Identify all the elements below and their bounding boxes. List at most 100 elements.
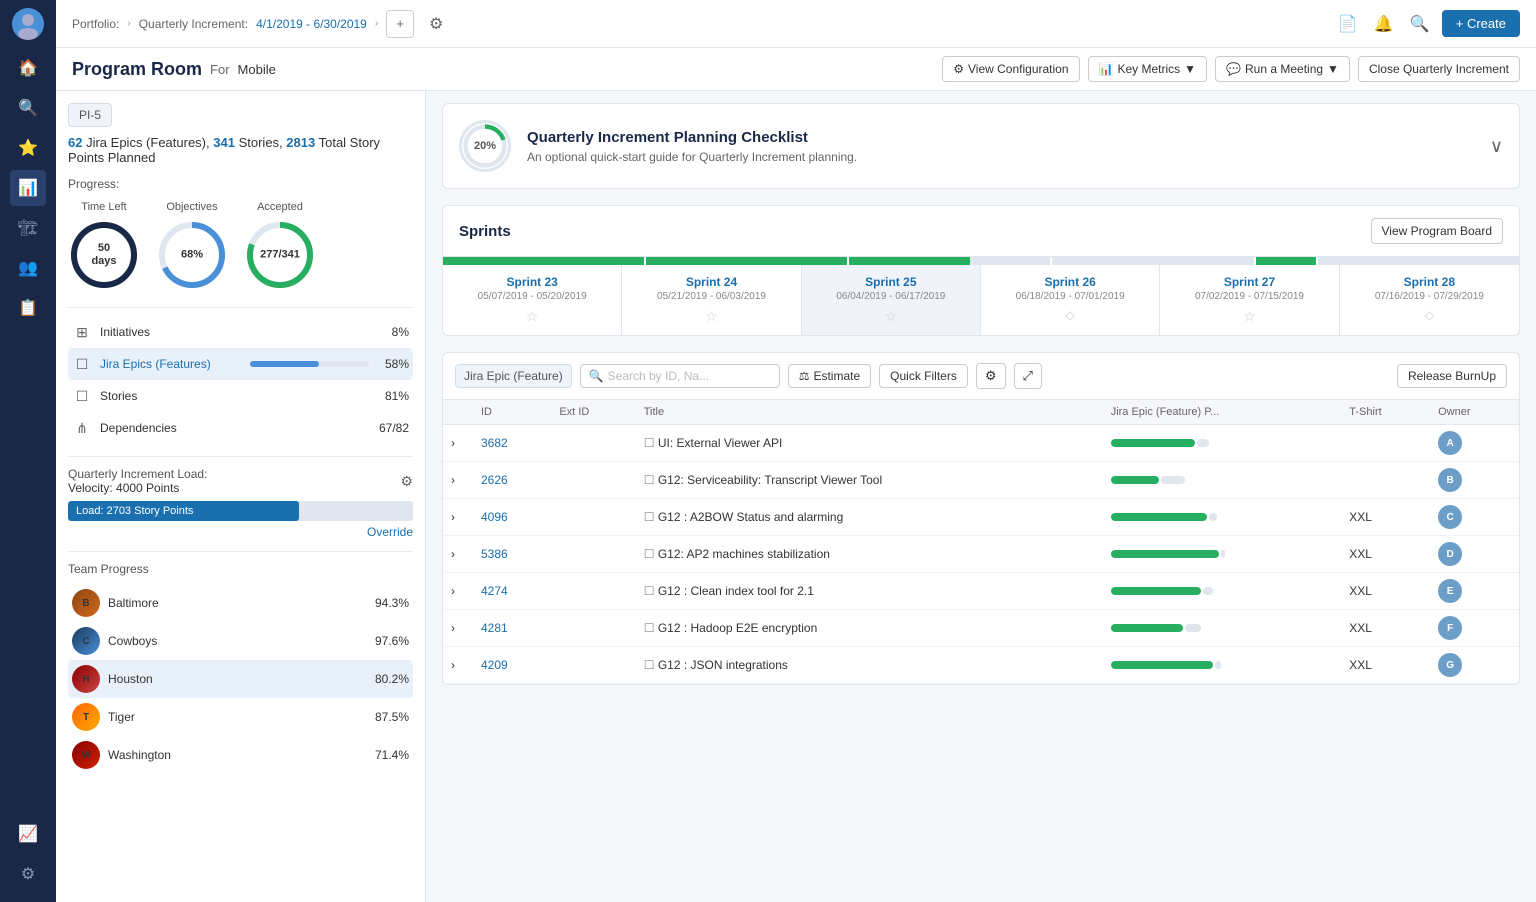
- sprint28-name[interactable]: Sprint 28: [1348, 275, 1511, 289]
- epics-row[interactable]: ☐ Jira Epics (Features) 58%: [68, 348, 413, 380]
- row-expander[interactable]: ›: [443, 499, 473, 536]
- sidebar-item-analytics[interactable]: 📊: [10, 170, 46, 206]
- settings-icon[interactable]: ⚙: [422, 10, 450, 38]
- sprint28-diamond[interactable]: ◇: [1348, 308, 1511, 322]
- team-row-houston[interactable]: H Houston 80.2%: [68, 660, 413, 698]
- row-shirt: XXL: [1341, 499, 1430, 536]
- table-row: › 4209 ☐ G12 : JSON integrations XXL G: [443, 647, 1519, 684]
- team-progress-section: Team Progress B Baltimore 94.3% C Cowboy…: [68, 551, 413, 774]
- sprint28-bar: [1318, 257, 1519, 265]
- progress-empty-mini: [1161, 476, 1185, 484]
- sprint27-star[interactable]: ☆: [1168, 308, 1330, 325]
- cowboys-avatar: C: [72, 627, 100, 655]
- qi-load-label: Quarterly Increment Load: Velocity: 4000…: [68, 467, 207, 495]
- progress-fill-mini: [1111, 550, 1219, 558]
- qi-settings-icon[interactable]: ⚙: [400, 473, 413, 490]
- initiatives-row[interactable]: ⊞ Initiatives 8%: [68, 316, 413, 348]
- row-progress: [1103, 573, 1342, 610]
- row-shirt: [1341, 462, 1430, 499]
- stories-icon: ☐: [72, 386, 92, 406]
- create-button[interactable]: + Create: [1442, 10, 1520, 37]
- row-expander[interactable]: ›: [443, 573, 473, 610]
- progress-fill-mini: [1111, 624, 1183, 632]
- row-id[interactable]: 4274: [473, 573, 551, 610]
- team-row-washington[interactable]: W Washington 71.4%: [68, 736, 413, 774]
- sprint26-diamond[interactable]: ◇: [989, 308, 1151, 322]
- objectives-label: Objectives: [166, 201, 217, 213]
- checklist-toggle[interactable]: ∨: [1490, 136, 1503, 157]
- team-row-cowboys[interactable]: C Cowboys 97.6%: [68, 622, 413, 660]
- sprint25-name[interactable]: Sprint 25: [810, 275, 972, 289]
- program-name: Mobile: [238, 62, 276, 77]
- row-expander[interactable]: ›: [443, 536, 473, 573]
- sprints-header: Sprints View Program Board: [443, 206, 1519, 257]
- row-title: ☐ G12 : Clean index tool for 2.1: [636, 573, 1103, 610]
- notification-icon[interactable]: 🔔: [1370, 10, 1398, 38]
- sidebar-item-people[interactable]: 👥: [10, 250, 46, 286]
- view-board-button[interactable]: View Program Board: [1371, 218, 1504, 244]
- stories-row[interactable]: ☐ Stories 81%: [68, 380, 413, 412]
- progress-empty-mini: [1221, 550, 1225, 558]
- sprint23-name[interactable]: Sprint 23: [451, 275, 613, 289]
- settings-icon-btn[interactable]: ⚙: [976, 363, 1006, 389]
- sidebar-item-roadmap[interactable]: 🏗: [10, 210, 46, 246]
- time-left-circle: Time Left 50 days: [68, 201, 140, 291]
- sprint26-name[interactable]: Sprint 26: [989, 275, 1151, 289]
- sidebar-item-favorites[interactable]: ⭐: [10, 130, 46, 166]
- row-expander[interactable]: ›: [443, 647, 473, 684]
- progress-empty-mini: [1215, 661, 1221, 669]
- houston-avatar: H: [72, 665, 100, 693]
- objectives-value: 68%: [181, 248, 203, 261]
- row-id[interactable]: 4096: [473, 499, 551, 536]
- release-burnup-button[interactable]: Release BurnUp: [1397, 364, 1507, 388]
- sprint24-star[interactable]: ☆: [630, 308, 792, 325]
- objectives-container: 68%: [156, 219, 228, 291]
- row-id[interactable]: 3682: [473, 425, 551, 462]
- close-qi-button[interactable]: Close Quarterly Increment: [1358, 56, 1520, 82]
- portfolio-chevron: ›: [127, 18, 130, 29]
- epic-search[interactable]: 🔍 Search by ID, Na...: [580, 364, 780, 388]
- team-row-baltimore[interactable]: B Baltimore 94.3%: [68, 584, 413, 622]
- progress-empty-mini: [1197, 439, 1209, 447]
- qi-chevron: ›: [375, 18, 378, 29]
- run-meeting-button[interactable]: 💬 Run a Meeting ▼: [1215, 56, 1350, 82]
- sidebar-item-home[interactable]: 🏠: [10, 50, 46, 86]
- progress-bar-mini: [1111, 624, 1334, 632]
- view-config-button[interactable]: ⚙ View Configuration: [942, 56, 1079, 82]
- expand-icon-btn[interactable]: ⤢: [1014, 363, 1042, 389]
- sidebar-item-reports[interactable]: 📈: [10, 816, 46, 852]
- table-header-row: ID Ext ID Title Jira Epic (Feature) P...…: [443, 400, 1519, 425]
- sprint27-name[interactable]: Sprint 27: [1168, 275, 1330, 289]
- row-id[interactable]: 4209: [473, 647, 551, 684]
- override-link[interactable]: Override: [68, 525, 413, 539]
- sidebar-item-search[interactable]: 🔍: [10, 90, 46, 126]
- washington-avatar: W: [72, 741, 100, 769]
- row-expander[interactable]: ›: [443, 610, 473, 647]
- sprint25-star[interactable]: ☆: [810, 308, 972, 325]
- estimate-button[interactable]: ⚖ Estimate: [788, 364, 871, 388]
- sprint24-name[interactable]: Sprint 24: [630, 275, 792, 289]
- row-ext-id: [551, 610, 635, 647]
- add-button[interactable]: +: [386, 10, 414, 38]
- row-progress: [1103, 647, 1342, 684]
- sidebar-item-board[interactable]: 📋: [10, 290, 46, 326]
- row-id[interactable]: 5386: [473, 536, 551, 573]
- team-row-tiger[interactable]: T Tiger 87.5%: [68, 698, 413, 736]
- sprint23-star[interactable]: ☆: [451, 308, 613, 325]
- document-icon[interactable]: 📄: [1334, 10, 1362, 38]
- sidebar-item-settings[interactable]: ⚙: [10, 856, 46, 892]
- key-metrics-button[interactable]: 📊 Key Metrics ▼: [1088, 56, 1208, 82]
- row-expander[interactable]: ›: [443, 462, 473, 499]
- row-id[interactable]: 4281: [473, 610, 551, 647]
- user-avatar[interactable]: [12, 8, 44, 40]
- search-icon[interactable]: 🔍: [1406, 10, 1434, 38]
- quick-filters-button[interactable]: Quick Filters: [879, 364, 968, 388]
- sprint25-filled: [849, 257, 970, 265]
- accepted-circle: Accepted 277/341: [244, 201, 316, 291]
- sprint25-bar: [849, 257, 1050, 265]
- table-row: › 5386 ☐ G12: AP2 machines stabilization…: [443, 536, 1519, 573]
- row-id[interactable]: 2626: [473, 462, 551, 499]
- col-title: Title: [636, 400, 1103, 425]
- dependencies-row[interactable]: ⋔ Dependencies 67/82: [68, 412, 413, 444]
- row-expander[interactable]: ›: [443, 425, 473, 462]
